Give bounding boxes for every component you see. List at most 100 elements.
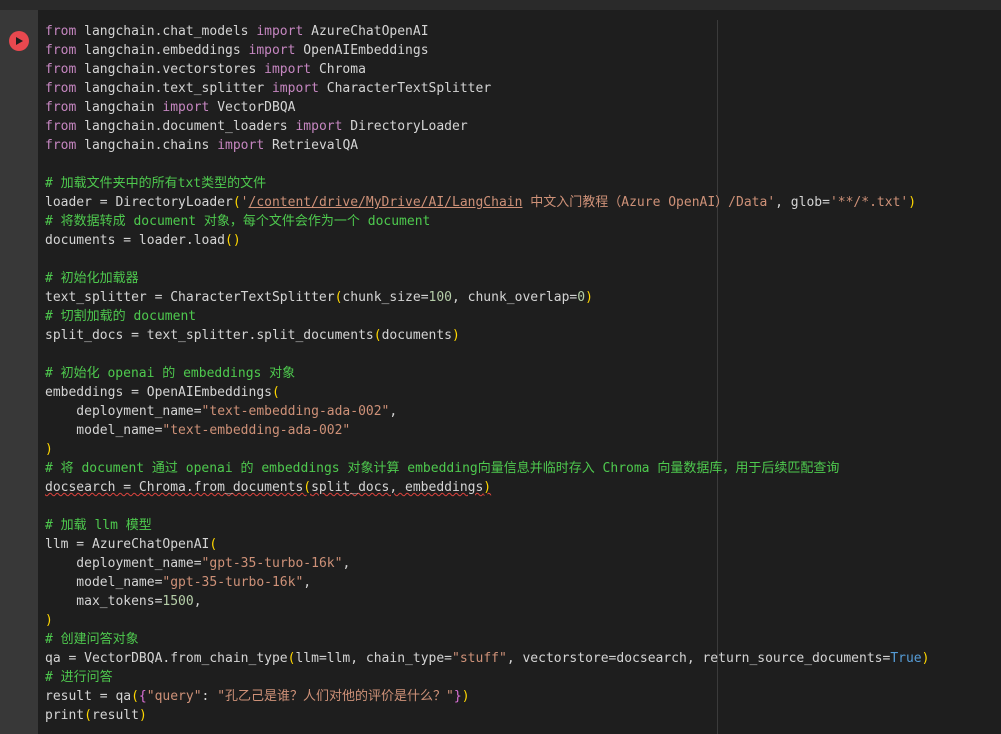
cell-gutter [0, 10, 38, 734]
code-token: split_docs, embeddings [311, 480, 484, 495]
code-token: # 切割加载的 document [45, 309, 197, 324]
code-token: "text-embedding-ada-002" [201, 404, 390, 419]
code-line: from langchain.chains import RetrievalQA [45, 136, 929, 155]
top-bar [0, 0, 1001, 10]
code-token: documents = loader.load [45, 233, 226, 248]
code-token: ) [452, 328, 460, 343]
code-token: result = qa [45, 689, 132, 704]
code-line: from langchain.vectorstores import Chrom… [45, 60, 929, 79]
code-token: ( [232, 195, 241, 210]
code-token: import [295, 119, 343, 134]
code-token: "stuff" [452, 651, 507, 666]
code-token: print [45, 708, 85, 723]
code-token: '**/*.txt' [829, 195, 909, 210]
code-token: ( [131, 689, 139, 704]
code-token: "text-embedding-ada-002" [162, 423, 351, 438]
code-token: ( [209, 537, 218, 552]
code-token: ( [303, 480, 312, 495]
notebook-cell-view: from langchain.chat_models import AzureC… [0, 0, 1001, 734]
code-token: ) [461, 689, 470, 704]
code-token: ) [45, 442, 53, 457]
code-token: ' [240, 195, 249, 210]
code-token: deployment_name= [45, 404, 202, 419]
code-token: RetrievalQA [264, 138, 359, 153]
code-token: docsearch = Chroma.from_documents [45, 480, 304, 495]
code-line: ) [45, 611, 929, 630]
code-line: loader = DirectoryLoader('/content/drive… [45, 193, 929, 212]
code-token: 0 [577, 290, 586, 305]
code-token: { [138, 689, 147, 704]
code-line: docsearch = Chroma.from_documents(split_… [45, 478, 929, 497]
code-token: , chunk_overlap= [452, 290, 578, 305]
play-icon [16, 37, 23, 45]
code-token: # 将 document 通过 openai 的 embeddings 对象计算… [45, 461, 840, 476]
code-token: 1500 [162, 594, 194, 609]
code-token: langchain.chat_models [76, 24, 257, 39]
code-token: : [201, 689, 218, 704]
code-editor[interactable]: from langchain.chat_models import AzureC… [38, 10, 1001, 734]
code-token: langchain.embeddings [76, 43, 249, 58]
code-token: # 将数据转成 document 对象，每个文件会作为一个 document [45, 214, 431, 229]
code-token: model_name= [45, 575, 163, 590]
code-line: # 初始化 openai 的 embeddings 对象 [45, 364, 929, 383]
code-token: , [342, 556, 351, 571]
code-line: deployment_name="gpt-35-turbo-16k", [45, 554, 929, 573]
code-token: ( [373, 328, 382, 343]
code-token: ) [483, 480, 492, 495]
code-token: , glob= [775, 195, 830, 210]
code-token: } [453, 689, 462, 704]
code-token: import [217, 138, 265, 153]
code-line: max_tokens=1500, [45, 592, 929, 611]
code-token: ) [138, 708, 147, 723]
code-token: ) [908, 195, 917, 210]
code-token: "孔乙己是谁？人们对他的评价是什么？" [217, 689, 454, 704]
code-token: from [45, 81, 77, 96]
code-token: model_name= [45, 423, 163, 438]
code-line: from langchain.text_splitter import Char… [45, 79, 929, 98]
code-token: import [162, 100, 210, 115]
code-token: documents [381, 328, 453, 343]
code-token: llm=llm, chain_type= [295, 651, 453, 666]
code-line: model_name="gpt-35-turbo-16k", [45, 573, 929, 592]
code-token: # 初始化 openai 的 embeddings 对象 [45, 366, 296, 381]
code-line: llm = AzureChatOpenAI( [45, 535, 929, 554]
code-lines: from langchain.chat_models import AzureC… [45, 22, 929, 725]
code-line: result = qa({"query": "孔乙己是谁？人们对他的评价是什么？… [45, 687, 929, 706]
code-line: deployment_name="text-embedding-ada-002"… [45, 402, 929, 421]
code-token: split_docs = text_splitter.split_documen… [45, 328, 374, 343]
code-token: import [271, 81, 319, 96]
code-token: , [193, 594, 202, 609]
code-token: ( [84, 708, 92, 723]
code-line: # 创建问答对象 [45, 630, 929, 649]
code-line: # 将 document 通过 openai 的 embeddings 对象计算… [45, 459, 929, 478]
code-line: # 进行问答 [45, 668, 929, 687]
code-line: ) [45, 440, 929, 459]
code-token: from [45, 43, 77, 58]
code-line: from langchain.embeddings import OpenAIE… [45, 41, 929, 60]
code-token: chunk_size= [342, 290, 429, 305]
code-token: CharacterTextSplitter [318, 81, 492, 96]
code-token: # 进行问答 [45, 670, 113, 685]
code-token: import [248, 43, 296, 58]
code-line: # 切割加载的 document [45, 307, 929, 326]
code-line: from langchain import VectorDBQA [45, 98, 929, 117]
code-token: embeddings = OpenAIEmbeddings [45, 385, 272, 400]
code-token: from [45, 62, 77, 77]
code-line: from langchain.document_loaders import D… [45, 117, 929, 136]
code-token: langchain.vectorstores [76, 62, 265, 77]
code-line: # 加载 llm 模型 [45, 516, 929, 535]
run-cell-button[interactable] [9, 31, 29, 51]
code-token: langchain [76, 100, 163, 115]
code-token: ) [585, 290, 593, 305]
code-token: , [303, 575, 312, 590]
code-token: # 初始化加载器 [45, 271, 139, 286]
code-line: embeddings = OpenAIEmbeddings( [45, 383, 929, 402]
code-token: llm = AzureChatOpenAI [45, 537, 210, 552]
code-line: split_docs = text_splitter.split_documen… [45, 326, 929, 345]
code-token: loader = DirectoryLoader [45, 195, 233, 210]
code-line: model_name="text-embedding-ada-002" [45, 421, 929, 440]
code-token: import [256, 24, 304, 39]
